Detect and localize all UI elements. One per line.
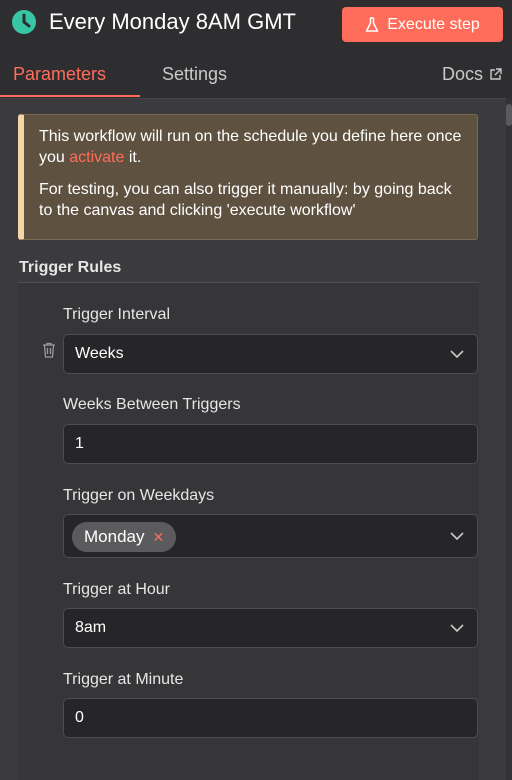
notice-text-end: it. (124, 149, 142, 166)
close-icon[interactable]: ✕ (152, 529, 164, 546)
trigger-hour-select[interactable]: 8am (63, 608, 478, 648)
node-header: Every Monday 8AM GMT Execute step (0, 0, 512, 50)
node-title[interactable]: Every Monday 8AM GMT (49, 9, 296, 35)
weeks-between-label: Weeks Between Triggers (63, 396, 241, 413)
flask-icon (366, 16, 379, 32)
execute-step-button[interactable]: Execute step (342, 7, 503, 42)
weeks-between-input[interactable]: 1 (63, 424, 478, 464)
trigger-minute-value: 0 (75, 709, 84, 726)
chevron-down-icon (450, 624, 464, 633)
notice-line-1: This workflow will run on the schedule y… (39, 126, 463, 168)
external-link-icon (490, 68, 502, 80)
weekday-chip: Monday ✕ (72, 522, 177, 552)
trigger-interval-value: Weeks (75, 345, 124, 362)
chevron-down-icon (450, 350, 464, 359)
trigger-interval-select[interactable]: Weeks (63, 334, 478, 374)
docs-link[interactable]: Docs (442, 64, 502, 85)
trigger-minute-label: Trigger at Minute (63, 671, 184, 688)
trigger-interval-label: Trigger Interval (63, 306, 170, 323)
clock-icon (12, 10, 36, 34)
active-tab-indicator (0, 95, 140, 97)
activate-link[interactable]: activate (69, 149, 124, 166)
tab-bar: Parameters Settings Docs (0, 50, 512, 99)
weeks-between-value: 1 (75, 435, 84, 452)
docs-label: Docs (441, 64, 483, 84)
notice-line-2: For testing, you can also trigger it man… (39, 181, 452, 219)
chevron-down-icon (450, 532, 464, 541)
trigger-hour-label: Trigger at Hour (63, 581, 170, 598)
trash-icon[interactable] (42, 342, 56, 358)
execute-step-label: Execute step (387, 15, 480, 33)
schedule-info-notice: This workflow will run on the schedule y… (18, 114, 478, 240)
trigger-hour-value: 8am (75, 619, 107, 636)
scrollbar-thumb[interactable] (506, 104, 512, 126)
trigger-minute-input[interactable]: 0 (63, 698, 478, 738)
trigger-weekdays-multiselect[interactable]: Monday ✕ (63, 514, 478, 558)
trigger-rules-heading: Trigger Rules (19, 259, 122, 276)
tab-parameters[interactable]: Parameters (13, 64, 106, 85)
trigger-weekdays-label: Trigger on Weekdays (63, 487, 215, 504)
tab-settings[interactable]: Settings (162, 64, 227, 85)
scrollbar-track[interactable] (506, 98, 512, 780)
weekday-chip-label: Monday (84, 527, 145, 546)
